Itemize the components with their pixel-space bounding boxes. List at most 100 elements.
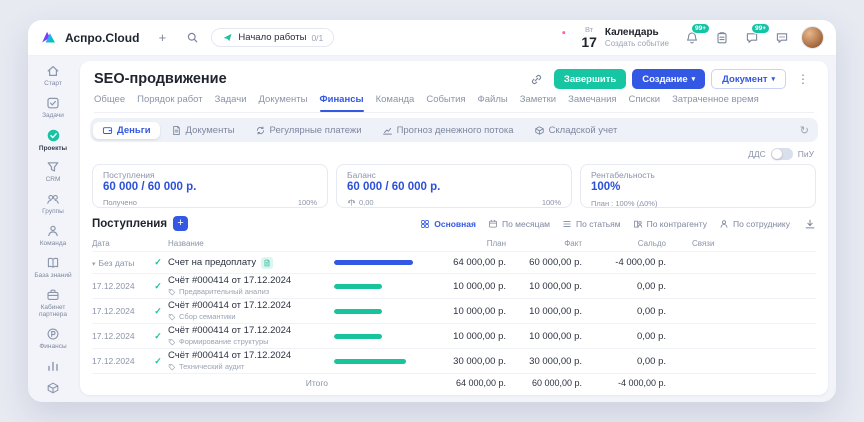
tab-zadachi[interactable]: Задачи xyxy=(215,94,247,107)
weekday-label: Вт xyxy=(585,25,594,35)
status-check-icon: ✓ xyxy=(154,330,162,341)
home-icon xyxy=(46,64,60,78)
finance-subtabs: Деньги Документы Регулярные платежи Прог… xyxy=(90,118,818,142)
receipts-table: Дата Название План Факт Сальдо Связи ▾ Бе… xyxy=(92,236,816,391)
invoice-name[interactable]: Счёт #000414 от 17.12.2024 xyxy=(168,275,328,287)
notifications-badge: 99+ xyxy=(690,22,710,35)
onboarding-pill[interactable]: Начало работы 0/1 xyxy=(211,28,335,47)
invoice-name[interactable]: Счёт #000414 от 17.12.2024 xyxy=(168,325,328,337)
briefcase-icon xyxy=(46,288,60,302)
chat-button[interactable]: 99+ xyxy=(741,22,770,49)
tab-dokumenty[interactable]: Документы xyxy=(259,94,308,107)
projects-icon xyxy=(46,128,61,143)
sidebar-item-reports[interactable] xyxy=(29,355,77,377)
toggle-label-dds[interactable]: ДДС xyxy=(748,149,766,159)
sidebar-item-crm[interactable]: CRM xyxy=(29,156,77,188)
date-block[interactable]: Вт 17 xyxy=(581,26,597,49)
subtab-regulyarnye-platezhi[interactable]: Регулярные платежи xyxy=(246,122,371,139)
tab-zametki[interactable]: Заметки xyxy=(520,94,556,107)
report-mode-switch[interactable] xyxy=(770,147,793,160)
tag-icon xyxy=(168,313,176,321)
finish-button[interactable]: Завершить xyxy=(553,69,627,89)
table-row[interactable]: 17.12.2024 ✓ Счёт #000414 от 17.12.2024 … xyxy=(92,273,816,298)
sidebar-item-groups[interactable]: Группы xyxy=(29,188,77,220)
project-header: SEO-продвижение Завершить Создание ▾ Доку… xyxy=(80,61,828,113)
stage-label: Сбор семантики xyxy=(179,312,236,322)
ai-assistant-button[interactable] xyxy=(547,27,569,49)
quick-add-button[interactable]: + xyxy=(151,27,173,49)
document-icon xyxy=(171,125,182,136)
day-number: 17 xyxy=(581,33,597,50)
download-button[interactable] xyxy=(804,218,816,230)
toggle-label-piu[interactable]: ПиУ xyxy=(798,149,814,159)
tab-faily[interactable]: Файлы xyxy=(478,94,508,107)
onboarding-progress: 0/1 xyxy=(311,32,324,43)
calendar-block[interactable]: Календарь Создать событие xyxy=(605,27,669,48)
stat-card-profitability[interactable]: Рентабельность 100% План : 100% (Δ0%) xyxy=(580,164,816,209)
table-row[interactable]: 17.12.2024 ✓ Счёт #000414 от 17.12.2024 … xyxy=(92,348,816,373)
table-group-row[interactable]: ▾ Без даты ✓ Счет на предоплату 64 000,00… xyxy=(92,251,816,273)
tab-zamechaniya[interactable]: Замечания xyxy=(568,94,616,107)
stage-label: Технический аудит xyxy=(179,362,245,372)
repeat-icon xyxy=(255,125,266,136)
create-button[interactable]: Создание ▾ xyxy=(632,69,706,89)
collapse-caret-icon[interactable]: ▾ xyxy=(92,261,96,268)
invoice-name[interactable]: Счёт #000414 от 17.12.2024 xyxy=(168,300,328,312)
switch-knob xyxy=(771,148,782,159)
stage-label: Формирование структуры xyxy=(179,337,269,347)
view-po-sotrudniku[interactable]: По сотруднику xyxy=(719,219,790,229)
invoice-name[interactable]: Счёт #000414 от 17.12.2024 xyxy=(168,350,328,362)
subtab-dengi[interactable]: Деньги xyxy=(93,121,160,139)
sidebar-item-storage[interactable] xyxy=(29,377,77,399)
tab-spiski[interactable]: Списки xyxy=(629,94,661,107)
tab-obschee[interactable]: Общее xyxy=(94,94,125,107)
tab-zatrachennoe-vremya[interactable]: Затраченное время xyxy=(672,94,759,107)
user-avatar[interactable] xyxy=(801,26,824,49)
subtab-prognoz-potoka[interactable]: Прогноз денежного потока xyxy=(373,122,523,139)
add-receipt-button[interactable]: + xyxy=(173,216,189,232)
more-menu-button[interactable]: ⋮ xyxy=(792,68,814,90)
table-row[interactable]: 17.12.2024 ✓ Счёт #000414 от 17.12.2024 … xyxy=(92,323,816,348)
tab-komanda[interactable]: Команда xyxy=(376,94,415,107)
finance-body: ДДС ПиУ Поступления 60 000 / 60 000 р. П… xyxy=(80,146,828,395)
tab-finansy[interactable]: Финансы xyxy=(319,94,364,112)
tag-icon xyxy=(168,363,176,371)
sidebar-item-partner-cabinet[interactable]: Кабинет партнера xyxy=(29,284,77,324)
refresh-icon[interactable]: ↻ xyxy=(794,124,815,137)
support-chat-button[interactable] xyxy=(771,27,793,49)
stat-card-balance[interactable]: Баланс 60 000 / 60 000 р. 0,00 100% xyxy=(336,164,572,209)
crm-funnel-icon xyxy=(46,160,60,174)
stage-label: Предварительный анализ xyxy=(179,287,270,297)
team-icon xyxy=(46,224,60,238)
sidebar-item-tasks[interactable]: Задачи xyxy=(29,92,77,124)
copy-link-button[interactable] xyxy=(526,68,548,90)
subtab-dokumenty[interactable]: Документы xyxy=(162,122,244,139)
sidebar-item-team[interactable]: Команда xyxy=(29,220,77,252)
stat-card-receipts[interactable]: Поступления 60 000 / 60 000 р. Получено … xyxy=(92,164,328,209)
invoice-badge-icon xyxy=(261,256,274,269)
rocket-icon xyxy=(222,32,233,43)
search-button[interactable] xyxy=(181,27,203,49)
view-po-kontragentu[interactable]: По контрагенту xyxy=(633,219,707,229)
topbar: Аспро.Cloud + Начало работы 0/1 Вт 17 Ка… xyxy=(28,20,836,56)
notes-button[interactable] xyxy=(711,27,733,49)
document-button[interactable]: Документ ▾ xyxy=(711,69,786,89)
chevron-down-icon: ▾ xyxy=(691,75,696,83)
notifications-bell-button[interactable]: 99+ xyxy=(681,22,710,49)
tab-poryadok-rabot[interactable]: Порядок работ xyxy=(137,94,203,107)
table-row[interactable]: 17.12.2024 ✓ Счёт #000414 от 17.12.2024 … xyxy=(92,298,816,323)
page-title: SEO-продвижение xyxy=(94,71,227,87)
view-osnovnaya[interactable]: Основная xyxy=(420,219,476,229)
chart-icon xyxy=(382,125,393,136)
sidebar-item-knowledge-base[interactable]: База знаний xyxy=(29,252,77,284)
view-po-mesyatsam[interactable]: По месяцам xyxy=(488,219,550,229)
receipt-name[interactable]: Счет на предоплату xyxy=(168,257,256,268)
wallet-icon xyxy=(102,125,113,136)
subtab-skladskoy-uchet[interactable]: Складской учет xyxy=(525,122,627,139)
view-po-statyam[interactable]: По статьям xyxy=(562,219,621,229)
app-logo-icon[interactable] xyxy=(40,29,57,46)
tab-sobytiya[interactable]: События xyxy=(426,94,465,107)
sidebar-item-start[interactable]: Старт xyxy=(29,60,77,92)
sidebar-item-finance[interactable]: Финансы xyxy=(29,323,77,355)
sidebar-item-projects[interactable]: Проекты xyxy=(29,124,77,157)
